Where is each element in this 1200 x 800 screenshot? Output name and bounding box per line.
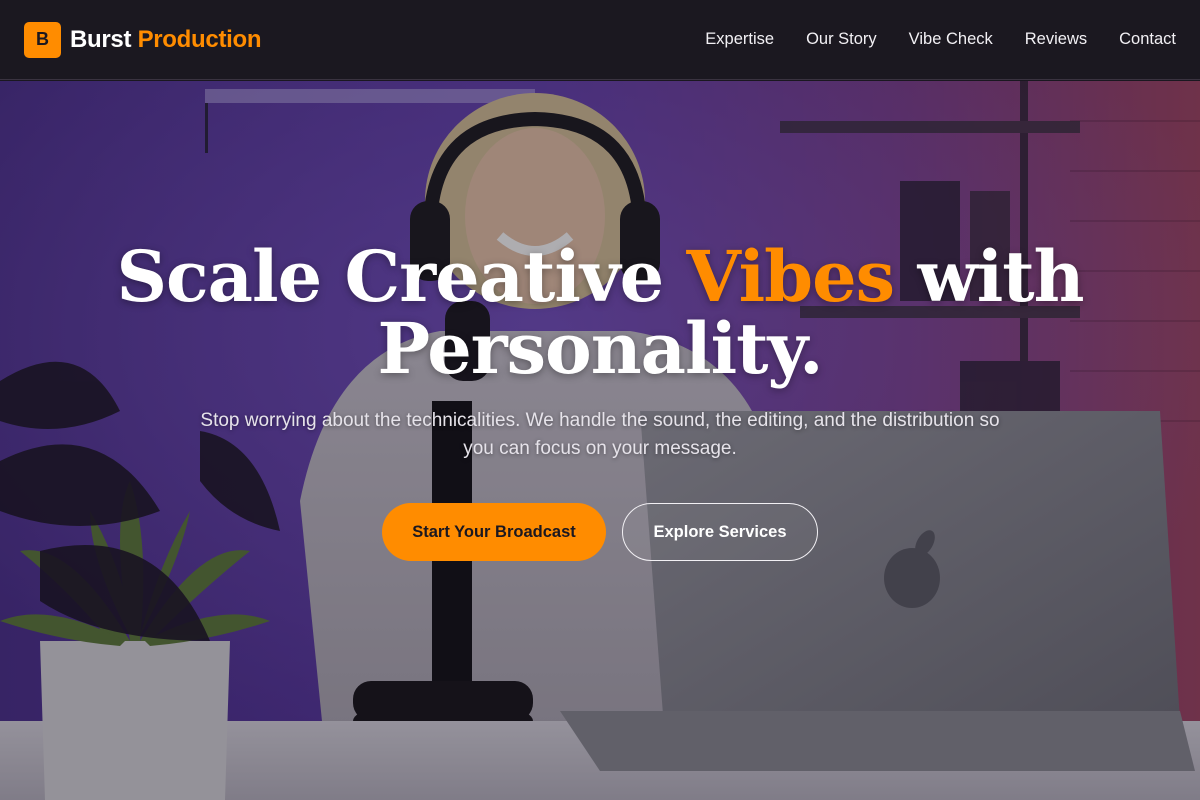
nav-link-contact[interactable]: Contact	[1119, 30, 1176, 49]
headline-line2: Personality.	[377, 307, 823, 390]
hero-subtitle: Stop worrying about the technicalities. …	[200, 410, 1000, 459]
brand-name-accent: Production	[137, 25, 262, 53]
nav-link-vibe-check[interactable]: Vibe Check	[909, 30, 993, 49]
headline-part2: with	[917, 235, 1084, 318]
nav-link-reviews[interactable]: Reviews	[1025, 30, 1087, 49]
nav-link-our-story[interactable]: Our Story	[806, 30, 877, 49]
headline-part1: Scale Creative	[116, 235, 664, 318]
hero-section: Scale Creative Vibes with Personality. St…	[0, 81, 1200, 800]
brand-name-primary: Burst	[70, 25, 132, 53]
nav-link-expertise[interactable]: Expertise	[705, 30, 774, 49]
hero-headline: Scale Creative Vibes with Personality.	[100, 241, 1100, 385]
main-nav: Expertise Our Story Vibe Check Reviews C…	[705, 30, 1176, 49]
brand-name: Burst Production	[70, 25, 262, 54]
brand-logo-link[interactable]: B Burst Production	[24, 21, 262, 58]
site-header: B Burst Production Expertise Our Story V…	[0, 0, 1200, 80]
start-broadcast-button[interactable]: Start Your Broadcast	[382, 503, 606, 561]
explore-services-button[interactable]: Explore Services	[622, 503, 818, 561]
brand-mark-icon: B	[24, 21, 61, 58]
headline-accent: Vibes	[686, 235, 896, 318]
